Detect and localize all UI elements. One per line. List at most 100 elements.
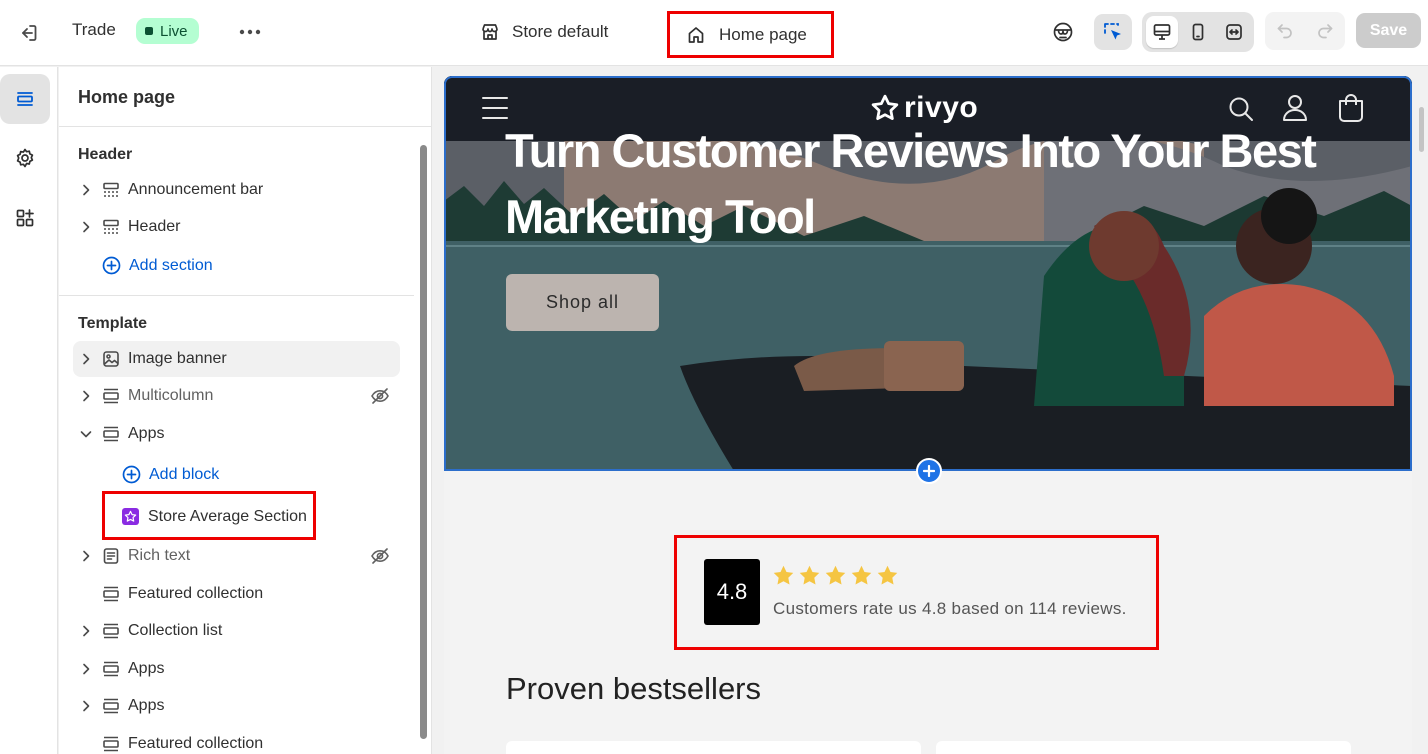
section-label: Apps bbox=[128, 425, 165, 442]
section-announcement-bar[interactable]: Announcement bar bbox=[73, 172, 400, 208]
section-icon bbox=[102, 660, 120, 678]
eye-hidden-icon[interactable] bbox=[370, 547, 390, 565]
live-badge-label: Live bbox=[160, 22, 188, 40]
add-section-plus-icon[interactable] bbox=[916, 458, 942, 484]
page-selector[interactable]: Home page bbox=[667, 11, 834, 58]
sections-sidebar: Home page Header Announcement bar Header… bbox=[59, 67, 432, 754]
store-selector[interactable]: Store default bbox=[480, 19, 608, 45]
desktop-view-icon[interactable] bbox=[1146, 16, 1178, 48]
hero-heading: Turn Customer Reviews Into Your Best Mar… bbox=[505, 124, 1317, 243]
viewport-switcher bbox=[1142, 12, 1254, 52]
storefront-preview: rivyo Turn Customer Reviews Into Your Be… bbox=[433, 67, 1428, 754]
sidebar-scrollbar[interactable] bbox=[420, 145, 427, 739]
star-icon bbox=[825, 565, 846, 585]
sidebar-title: Home page bbox=[78, 87, 176, 107]
divider bbox=[59, 126, 431, 127]
chevron-right-icon[interactable] bbox=[79, 662, 93, 676]
live-dot-icon bbox=[145, 27, 153, 35]
product-card[interactable] bbox=[506, 741, 921, 754]
section-label: Announcement bar bbox=[128, 181, 264, 198]
section-label: Apps bbox=[128, 660, 165, 677]
section-apps[interactable]: Apps bbox=[73, 416, 400, 452]
section-label: Apps bbox=[128, 697, 165, 714]
section-icon bbox=[102, 585, 120, 603]
theme-settings-icon[interactable] bbox=[0, 133, 50, 183]
chevron-right-icon[interactable] bbox=[79, 183, 93, 197]
cart-icon[interactable] bbox=[1337, 93, 1365, 123]
section-label: Featured collection bbox=[128, 735, 264, 752]
header-section-icon bbox=[102, 181, 120, 199]
chevron-right-icon[interactable] bbox=[79, 699, 93, 713]
inspector-icon[interactable] bbox=[1094, 14, 1132, 50]
add-section-button[interactable]: Add section bbox=[102, 256, 213, 275]
section-icon bbox=[102, 735, 120, 753]
theme-name: Trade bbox=[72, 20, 116, 39]
store-icon bbox=[480, 22, 500, 42]
section-header[interactable]: Header bbox=[73, 209, 400, 245]
section-featured-collection[interactable]: Featured collection bbox=[73, 576, 400, 612]
exit-icon[interactable] bbox=[14, 19, 42, 47]
text-icon bbox=[102, 547, 120, 565]
star-icon bbox=[851, 565, 872, 585]
menu-icon[interactable] bbox=[482, 96, 508, 120]
template-group-title: Template bbox=[78, 315, 148, 332]
image-icon bbox=[102, 350, 120, 368]
chevron-right-icon[interactable] bbox=[79, 549, 93, 563]
editor-topbar: Trade Live Store default Home page Save bbox=[0, 0, 1428, 66]
star-icon bbox=[799, 565, 820, 585]
section-icon bbox=[102, 425, 120, 443]
left-rail bbox=[0, 67, 58, 754]
eye-hidden-icon[interactable] bbox=[370, 387, 390, 405]
plus-circle-icon bbox=[102, 256, 121, 275]
bestsellers-heading: Proven bestsellers bbox=[506, 671, 762, 706]
live-badge: Live bbox=[136, 18, 199, 44]
section-icon bbox=[102, 387, 120, 405]
section-label: Featured collection bbox=[128, 585, 264, 602]
chevron-right-icon[interactable] bbox=[79, 220, 93, 234]
save-button[interactable]: Save bbox=[1356, 13, 1421, 48]
image-banner-section[interactable]: rivyo Turn Customer Reviews Into Your Be… bbox=[444, 76, 1412, 471]
chevron-right-icon[interactable] bbox=[79, 624, 93, 638]
preview-scrollbar[interactable] bbox=[1419, 107, 1424, 152]
section-featured-collection-2[interactable]: Featured collection bbox=[73, 726, 400, 754]
more-actions-icon[interactable] bbox=[236, 19, 264, 45]
section-label: Multicolumn bbox=[128, 387, 214, 404]
home-icon bbox=[686, 25, 706, 45]
app-block-store-average[interactable]: Store Average Section bbox=[102, 491, 316, 540]
rating-summary-text: Customers rate us 4.8 based on 114 revie… bbox=[773, 599, 1127, 618]
add-block-label: Add block bbox=[149, 465, 220, 483]
chevron-right-icon[interactable] bbox=[79, 389, 93, 403]
mobile-view-icon[interactable] bbox=[1182, 16, 1214, 48]
star-icon bbox=[877, 565, 898, 585]
undo-icon[interactable] bbox=[1275, 21, 1295, 41]
chevron-down-icon[interactable] bbox=[79, 427, 93, 441]
shop-all-button[interactable]: Shop all bbox=[506, 274, 659, 331]
redo-icon[interactable] bbox=[1315, 21, 1335, 41]
store-selector-label: Store default bbox=[512, 22, 609, 41]
section-rich-text[interactable]: Rich text bbox=[73, 538, 400, 574]
chevron-right-icon[interactable] bbox=[79, 352, 93, 366]
section-multicolumn[interactable]: Multicolumn bbox=[73, 378, 400, 414]
sections-icon[interactable] bbox=[0, 74, 50, 124]
plus-circle-icon bbox=[122, 465, 141, 484]
section-apps-3[interactable]: Apps bbox=[73, 688, 400, 724]
rating-stars bbox=[772, 564, 899, 587]
star-icon bbox=[773, 565, 794, 585]
section-image-banner[interactable]: Image banner bbox=[73, 341, 400, 377]
section-label: Rich text bbox=[128, 547, 191, 564]
fullscreen-view-icon[interactable] bbox=[1218, 16, 1250, 48]
section-label: Image banner bbox=[128, 350, 227, 367]
add-block-button[interactable]: Add block bbox=[122, 465, 219, 484]
header-section-icon bbox=[102, 218, 120, 236]
section-icon bbox=[102, 697, 120, 715]
product-card[interactable] bbox=[936, 741, 1351, 754]
accessibility-icon[interactable] bbox=[1044, 14, 1082, 50]
store-average-widget[interactable]: 4.8 Customers rate us 4.8 based on 114 r… bbox=[674, 535, 1159, 650]
section-label: Collection list bbox=[128, 622, 223, 639]
app-embeds-icon[interactable] bbox=[0, 193, 50, 243]
section-label: Header bbox=[128, 218, 181, 235]
preview-frame: rivyo Turn Customer Reviews Into Your Be… bbox=[444, 76, 1412, 754]
page-selector-label: Home page bbox=[719, 24, 807, 44]
section-apps-2[interactable]: Apps bbox=[73, 651, 400, 687]
section-collection-list[interactable]: Collection list bbox=[73, 613, 400, 649]
